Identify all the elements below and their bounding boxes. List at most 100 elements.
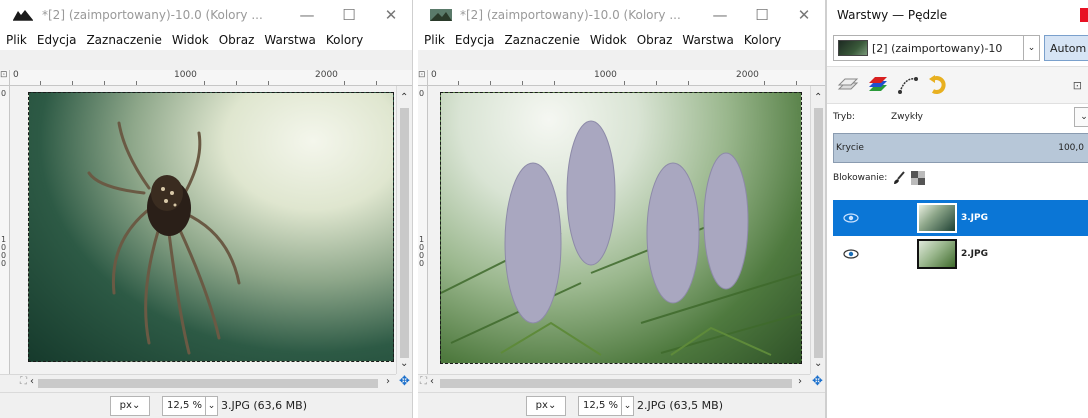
mode-row: Tryb: Zwykły ⌄	[827, 104, 1088, 130]
auto-button[interactable]: Autom	[1044, 35, 1088, 61]
chevron-down-icon[interactable]: ⌄	[1023, 36, 1039, 60]
ruler-corner[interactable]: ⊡	[0, 70, 10, 86]
menu-edycja[interactable]: Edycja	[450, 33, 500, 47]
menu-warstwa[interactable]: Warstwa	[259, 33, 321, 47]
layer-row[interactable]: 3.JPG	[833, 200, 1088, 236]
paths-tab-icon[interactable]	[895, 72, 921, 98]
mode-select[interactable]: Zwykły	[891, 112, 923, 122]
vertical-ruler[interactable]: 0 1000	[418, 86, 428, 374]
scroll-thumb[interactable]	[440, 379, 792, 388]
scroll-down-icon[interactable]: ⌄	[814, 358, 822, 369]
chevron-down-icon[interactable]: ⌄	[622, 395, 634, 416]
horizontal-ruler[interactable]: ⊡ 0 1000 2000	[0, 70, 412, 86]
maximize-button[interactable]: ☐	[741, 0, 783, 30]
image-fir-cones	[440, 92, 802, 364]
canvas-area[interactable]	[428, 86, 810, 374]
close-button[interactable]	[1080, 8, 1088, 22]
opacity-slider[interactable]: Krycie 100,0	[833, 133, 1088, 163]
statusbar: px ⌄ 12,5 % ⌄ 3.JPG (63,6 MB)	[0, 392, 412, 418]
quick-mask-icon[interactable]: ⛶	[20, 376, 27, 387]
maximize-button[interactable]: ☐	[328, 0, 370, 30]
ruler-tick	[522, 81, 523, 85]
window-2-titlebar[interactable]: *[2] (zaimportowany)-10.0 (Kolory ... — …	[418, 0, 825, 30]
vertical-scrollbar[interactable]: ⌃ ⌄	[396, 86, 412, 374]
scroll-left-icon[interactable]: ‹	[30, 376, 34, 387]
layer-row[interactable]: 2.JPG	[833, 236, 1088, 272]
ruler-corner[interactable]: ⊡	[418, 70, 428, 86]
image-window-1: *[2] (zaimportowany)-10.0 (Kolory ... — …	[0, 0, 413, 418]
checker-icon[interactable]	[911, 171, 926, 185]
unit-select[interactable]: px ⌄	[526, 395, 566, 416]
vertical-ruler[interactable]: 0 1000	[0, 86, 10, 374]
ruler-tick	[104, 81, 105, 85]
menu-kolory[interactable]: Kolory	[739, 33, 786, 47]
ruler-tick	[376, 81, 377, 85]
horizontal-scrollbar[interactable]: ⛶ ‹ ›	[418, 374, 810, 390]
navigate-icon[interactable]: ✥	[812, 374, 823, 389]
channels-tab-icon[interactable]	[865, 72, 891, 98]
close-button[interactable]: ✕	[370, 0, 412, 30]
menu-obraz[interactable]: Obraz	[214, 33, 260, 47]
brush-icon[interactable]	[892, 171, 906, 185]
scroll-right-icon[interactable]: ›	[386, 376, 390, 387]
ruler-tick	[204, 81, 205, 85]
undo-tab-icon[interactable]	[925, 72, 951, 98]
scroll-up-icon[interactable]: ⌃	[400, 92, 408, 103]
layers-tab-icon[interactable]	[835, 72, 861, 98]
window-1-titlebar[interactable]: *[2] (zaimportowany)-10.0 (Kolory ... — …	[0, 0, 412, 30]
scroll-thumb[interactable]	[400, 108, 409, 358]
ruler-tick	[796, 81, 797, 85]
ruler-tick	[656, 81, 657, 85]
menu-widok[interactable]: Widok	[167, 33, 214, 47]
minimize-button[interactable]: —	[699, 0, 741, 30]
menu-widok[interactable]: Widok	[585, 33, 632, 47]
layer-name[interactable]: 2.JPG	[961, 249, 988, 259]
navigate-icon[interactable]: ✥	[399, 374, 410, 389]
zoom-input[interactable]: 12,5 %	[578, 395, 622, 416]
quick-mask-icon[interactable]: ⛶	[420, 376, 427, 387]
close-button[interactable]: ✕	[783, 0, 825, 30]
menu-obraz[interactable]: Obraz	[632, 33, 678, 47]
ruler-tick	[72, 81, 73, 85]
menu-warstwa[interactable]: Warstwa	[677, 33, 739, 47]
menu-kolory[interactable]: Kolory	[321, 33, 368, 47]
ruler-label: 0	[431, 70, 437, 80]
panel-titlebar[interactable]: Warstwy — Pędzle	[827, 0, 1088, 30]
ruler-tick	[554, 81, 555, 85]
menu-zaznaczenie[interactable]: Zaznaczenie	[81, 33, 166, 47]
menu-plik[interactable]: Plik	[418, 33, 450, 47]
zoom-input[interactable]: 12,5 %	[162, 395, 206, 416]
ruler-tick	[268, 81, 269, 85]
scroll-down-icon[interactable]: ⌄	[400, 358, 408, 369]
eye-icon[interactable]	[839, 249, 863, 259]
menu-zaznaczenie[interactable]: Zaznaczenie	[499, 33, 584, 47]
unit-select[interactable]: px ⌄	[110, 395, 150, 416]
chevron-down-icon[interactable]: ⌄	[1074, 107, 1088, 127]
scroll-left-icon[interactable]: ‹	[430, 376, 434, 387]
scroll-thumb[interactable]	[38, 379, 378, 388]
ruler-tick	[236, 81, 237, 85]
horizontal-scrollbar[interactable]: ⛶ ‹ ›	[0, 374, 396, 390]
vertical-scrollbar[interactable]: ⌃ ⌄	[810, 86, 825, 374]
image-select[interactable]: [2] (zaimportowany)-10 ⌄	[833, 35, 1040, 61]
ruler-tick	[624, 81, 625, 85]
layer-name[interactable]: 3.JPG	[961, 213, 988, 223]
file-info: 3.JPG (63,6 MB)	[221, 399, 308, 412]
scroll-thumb[interactable]	[814, 108, 823, 358]
menu-edycja[interactable]: Edycja	[32, 33, 82, 47]
horizontal-ruler[interactable]: ⊡ 0 1000 2000	[418, 70, 825, 86]
eye-icon[interactable]	[839, 213, 863, 223]
dock-tabs: ⊡	[827, 66, 1088, 104]
minimize-button[interactable]: —	[286, 0, 328, 30]
chevron-down-icon[interactable]: ⌄	[206, 395, 218, 416]
scroll-right-icon[interactable]: ›	[798, 376, 802, 387]
image-window-2: *[2] (zaimportowany)-10.0 (Kolory ... — …	[418, 0, 826, 418]
scroll-up-icon[interactable]: ⌃	[814, 92, 822, 103]
ruler-label: 1000	[594, 70, 617, 80]
canvas-area[interactable]	[10, 86, 396, 374]
panel-menu-icon[interactable]: ⊡	[1073, 79, 1082, 92]
ruler-tick	[764, 81, 765, 85]
layer-thumbnail	[917, 239, 957, 269]
ruler-label: 0	[13, 70, 19, 80]
menu-plik[interactable]: Plik	[0, 33, 32, 47]
